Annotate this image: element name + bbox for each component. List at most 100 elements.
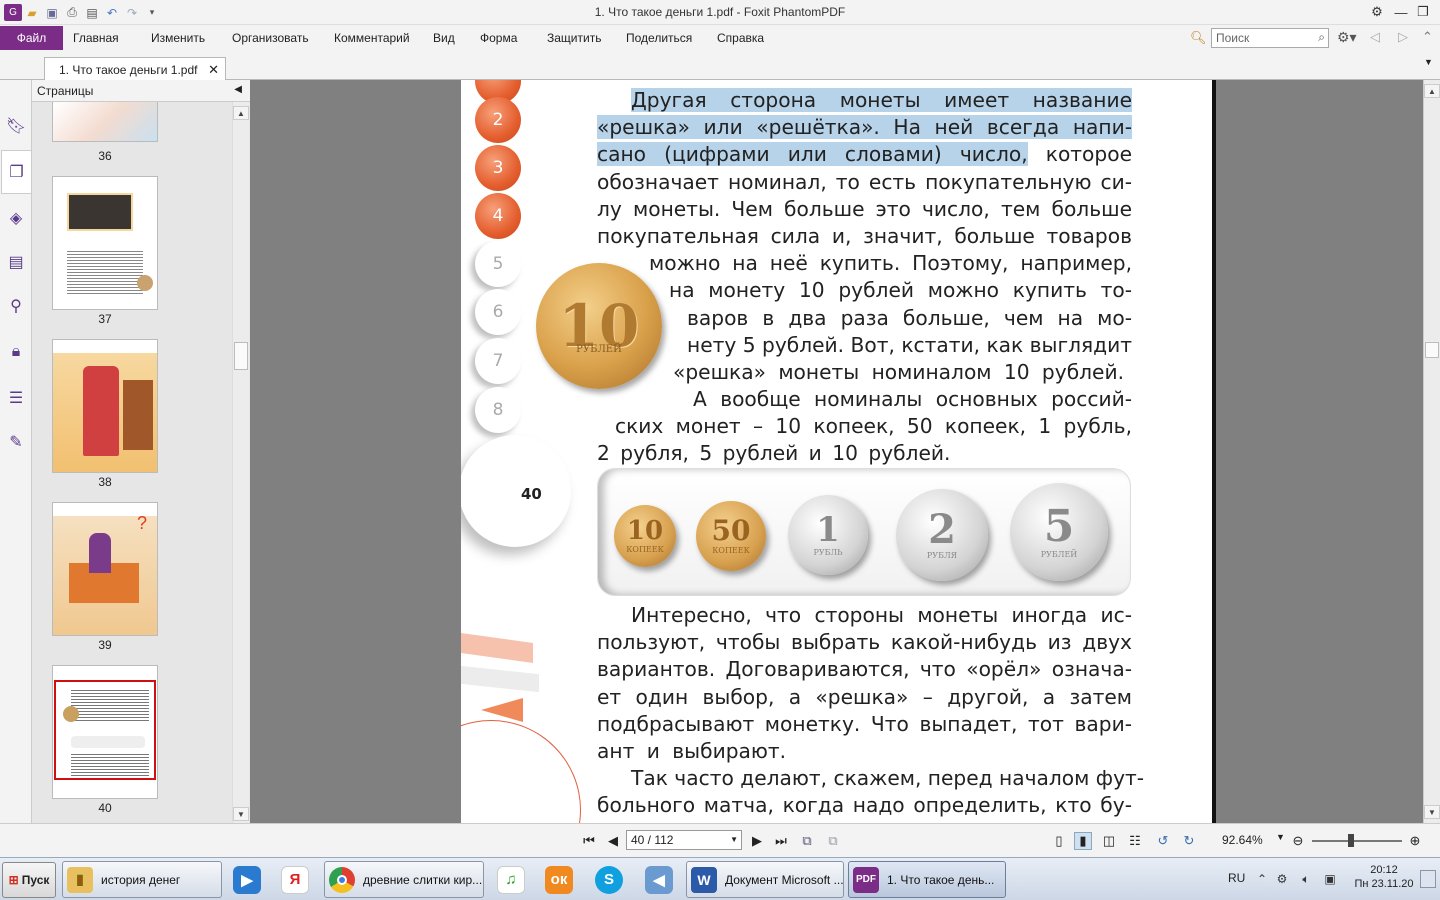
scroll-down-icon[interactable]: ▼: [233, 807, 249, 821]
first-page-icon[interactable]: ⏮: [580, 832, 598, 850]
back-icon[interactable]: ◁: [1370, 29, 1380, 45]
tab-edit[interactable]: Изменить: [151, 31, 205, 45]
single-page-icon[interactable]: ▯: [1050, 832, 1068, 850]
tab-organize[interactable]: Организовать: [232, 31, 309, 45]
side-number-circle: 4: [475, 193, 521, 239]
collapse-panel-icon[interactable]: ◀: [234, 84, 242, 95]
comments-icon[interactable]: ▤: [4, 250, 28, 274]
continuous-facing-icon[interactable]: ☷: [1126, 832, 1144, 850]
continuous-page-icon[interactable]: ▮: [1074, 832, 1092, 850]
page-thumbnail-39[interactable]: ?: [52, 502, 158, 636]
zoom-slider-thumb[interactable]: [1348, 834, 1354, 847]
taskbar-window-word[interactable]: W Документ Microsoft ...: [686, 861, 844, 898]
taskbar-odnoklassniki[interactable]: ок: [536, 861, 582, 898]
rotate-left-icon[interactable]: ↺: [1154, 832, 1172, 850]
bookmarks-icon[interactable]: 🔖︎: [4, 114, 28, 138]
taskbar-window-pdf[interactable]: PDF 1. Что такое день...: [848, 861, 1006, 898]
taskbar-yandex[interactable]: Я: [272, 861, 318, 898]
tab-home[interactable]: Главная: [73, 31, 119, 45]
taskbar-window-chrome[interactable]: древние слитки кир...: [324, 861, 484, 898]
tray-expand-icon[interactable]: ⌃: [1254, 871, 1270, 887]
document-tab[interactable]: 1. Что такое деньги 1.pdf ✕: [44, 57, 226, 81]
zoom-in-icon[interactable]: ⊕: [1406, 832, 1424, 850]
previous-page-icon[interactable]: ◀: [604, 832, 622, 850]
tab-file[interactable]: Файл: [0, 26, 63, 50]
language-indicator[interactable]: RU: [1228, 871, 1245, 885]
last-page-icon[interactable]: ⏭: [772, 832, 790, 850]
ribbon-options-icon[interactable]: ⚙: [1366, 2, 1388, 22]
highlighted-text[interactable]: «решка» или «решётка». На ней всегда нап…: [597, 115, 1132, 140]
text-line: можно на неё купить. Поэтому, например,: [649, 251, 1132, 276]
scroll-down-icon[interactable]: ▼: [1424, 805, 1440, 819]
system-clock[interactable]: 20:12 Пн 23.11.20: [1352, 863, 1416, 891]
page-number-field[interactable]: 40 / 112 ▼: [626, 830, 742, 850]
text-line: нету 5 рублей. Вот, кстати, как выглядит: [687, 332, 1132, 357]
tab-share[interactable]: Поделиться: [626, 31, 692, 45]
tray-app-icon[interactable]: ⚙: [1274, 871, 1290, 887]
coin-10-kopecks: 10 КОПЕЕК: [614, 505, 676, 567]
tab-protect[interactable]: Защитить: [547, 31, 601, 45]
highlighted-text[interactable]: сано (цифрами или словами) число,: [597, 142, 1028, 167]
next-view-icon[interactable]: ⧉: [824, 832, 842, 850]
security-lock-icon[interactable]: 🔒︎: [4, 340, 28, 364]
collapse-ribbon-icon[interactable]: ⌃: [1422, 29, 1433, 45]
start-button[interactable]: ⊞ Пуск: [2, 862, 56, 898]
zoom-out-icon[interactable]: ⊖: [1289, 832, 1307, 850]
search-input[interactable]: Поиск ⌕: [1211, 28, 1329, 48]
taskbar-sound[interactable]: ◀: [636, 861, 682, 898]
taskbar-window-explorer[interactable]: ▮ история денег: [62, 861, 222, 898]
search-placeholder: Поиск: [1216, 31, 1250, 45]
close-icon[interactable]: ✕: [208, 62, 219, 78]
forward-icon[interactable]: ▷: [1398, 29, 1408, 45]
taskbar-skype[interactable]: S: [586, 861, 632, 898]
side-number-circle: 6: [475, 289, 521, 335]
rotate-right-icon[interactable]: ↻: [1180, 832, 1198, 850]
layers-icon[interactable]: ◈: [4, 206, 28, 230]
tab-list-dropdown-icon[interactable]: ▼: [1424, 57, 1433, 67]
scroll-up-icon[interactable]: ▲: [233, 106, 249, 120]
settings-gear-icon[interactable]: ⚙▾: [1337, 29, 1357, 46]
text-line: обозначает номинал, то есть покупательну…: [597, 169, 1132, 194]
tab-form[interactable]: Форма: [480, 31, 517, 45]
pages-scrollbar[interactable]: ▲ ▼: [232, 102, 249, 823]
previous-view-icon[interactable]: ⧉: [798, 832, 816, 850]
volume-icon[interactable]: 🔈︎: [1298, 871, 1314, 887]
find-folder-icon[interactable]: 🔍︎: [1190, 30, 1207, 46]
attachments-icon[interactable]: ⚲: [4, 294, 28, 318]
taskbar-media-player[interactable]: ▶: [224, 861, 270, 898]
content-icon[interactable]: ☰: [4, 386, 28, 410]
facing-pages-icon[interactable]: ◫: [1100, 832, 1118, 850]
page-thumbnail-37[interactable]: [52, 176, 158, 310]
highlighted-text[interactable]: Другая сторона монеты имеет название: [631, 88, 1132, 112]
next-page-icon[interactable]: ▶: [748, 832, 766, 850]
scrollbar-thumb[interactable]: [1425, 342, 1439, 358]
paragraph-2: Интересно, что стороны монеты иногда ис-…: [597, 602, 1144, 820]
scrollbar-thumb[interactable]: [234, 342, 248, 370]
odnoklassniki-icon: ок: [545, 865, 573, 894]
taskbar-music[interactable]: ♫: [488, 861, 534, 898]
page-dropdown-icon[interactable]: ▼: [730, 835, 738, 844]
signatures-icon[interactable]: ✎: [4, 430, 28, 454]
network-icon[interactable]: ▣: [1322, 871, 1338, 887]
show-desktop-button[interactable]: [1420, 870, 1436, 888]
document-scrollbar[interactable]: ▲ ▼: [1423, 80, 1440, 823]
minimize-button[interactable]: —: [1390, 2, 1412, 22]
tab-comment[interactable]: Комментарий: [334, 31, 410, 45]
search-icon[interactable]: ⌕: [1318, 30, 1325, 45]
pdf-icon: PDF: [853, 866, 879, 893]
text-line: 2 рубля, 5 рублей и 10 рублей.: [597, 441, 951, 466]
tab-help[interactable]: Справка: [717, 31, 764, 45]
thumbnail-number: 38: [98, 475, 112, 489]
scroll-up-icon[interactable]: ▲: [1424, 84, 1440, 98]
page-thumbnail-38[interactable]: [52, 339, 158, 473]
text-line: Другая сторона монеты имеет название: [597, 87, 1132, 114]
maximize-button[interactable]: ❐: [1412, 2, 1434, 22]
document-view[interactable]: 2 3 4 5 6 7 8 40 10 РУБЛЕЙ Другая сторон…: [250, 80, 1423, 823]
page-thumbnail-36[interactable]: [52, 102, 158, 142]
tab-view[interactable]: Вид: [433, 31, 455, 45]
zoom-slider[interactable]: [1312, 840, 1402, 842]
pages-icon[interactable]: ❐: [1, 150, 32, 194]
zoom-dropdown-icon[interactable]: ▼: [1276, 832, 1285, 842]
zoom-level[interactable]: 92.64%: [1222, 833, 1263, 847]
page-thumbnail-40-selected[interactable]: [52, 665, 158, 799]
